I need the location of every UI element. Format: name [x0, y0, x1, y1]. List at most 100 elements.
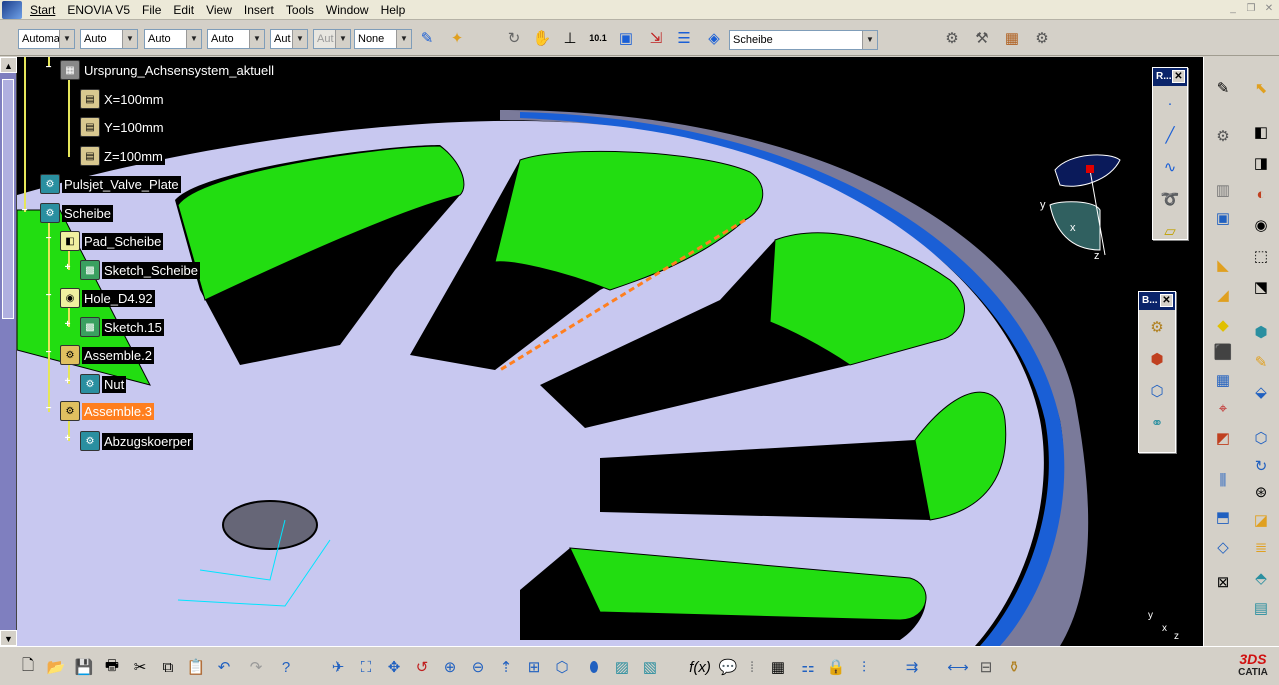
measure-between-icon[interactable]: ⟷ — [946, 655, 970, 679]
thread-icon[interactable]: ⬙ — [1248, 379, 1274, 405]
point-icon[interactable]: · — [1157, 88, 1183, 118]
pocket-icon[interactable]: ◨ — [1248, 150, 1274, 176]
scroll-down-button[interactable]: ▼ — [0, 630, 17, 646]
tree-node-parameter-z[interactable]: ▤ Z=100mm — [80, 146, 165, 166]
line-thickness-combo[interactable]: Auto ▼ — [144, 29, 202, 49]
frame-icon[interactable]: ▣ — [1210, 205, 1236, 231]
rib-icon[interactable]: ⬚ — [1248, 243, 1274, 269]
pattern-icon[interactable]: ⊛ — [1248, 479, 1274, 505]
tree-scrollbar[interactable]: ▲ ▼ — [0, 57, 17, 646]
mirror-icon[interactable]: ⫼ — [1210, 467, 1236, 493]
hole-icon[interactable]: ◉ — [1248, 212, 1274, 238]
catalog-browser-icon[interactable]: ⇉ — [900, 655, 924, 679]
expand-toggle[interactable]: + — [63, 434, 72, 444]
lock-icon[interactable]: 🔒 — [824, 655, 848, 679]
draft-icon[interactable]: ◆ — [1210, 312, 1236, 338]
fit-all-icon[interactable]: ⛶ — [354, 655, 378, 679]
collapse-toggle[interactable]: − — [44, 234, 53, 244]
menu-window[interactable]: Window — [320, 1, 375, 19]
print-icon[interactable]: 🖶 — [100, 655, 124, 679]
sketcher-icon[interactable]: ✎ — [1210, 75, 1236, 101]
multi-view-icon[interactable]: ⊞ — [522, 655, 546, 679]
line-color-combo[interactable]: Automa ▼ — [18, 29, 75, 49]
tree-node-assemble2[interactable]: ⚙ Assemble.2 — [60, 345, 154, 365]
chamfer-icon[interactable]: ◢ — [1210, 282, 1236, 308]
layer-icon[interactable]: ◈ — [702, 26, 726, 50]
list-icon[interactable]: ☰ — [672, 26, 696, 50]
inertia-icon[interactable]: ⚱ — [1002, 655, 1026, 679]
line-type-combo[interactable]: Auto ▼ — [80, 29, 138, 49]
minimize-button[interactable]: _ — [1225, 2, 1241, 16]
plane-icon[interactable]: ▱ — [1157, 216, 1183, 246]
3d-viewport[interactable]: y x z y x z — [0, 57, 1203, 646]
knowledge-icon[interactable]: ⚏ — [796, 655, 820, 679]
tree-node-scheibe[interactable]: ⚙ Scheibe — [40, 203, 113, 223]
fillet-icon[interactable]: ◣ — [1210, 252, 1236, 278]
collapse-toggle[interactable]: − — [20, 206, 29, 216]
point-symbol-combo[interactable]: Auto ▼ — [207, 29, 265, 49]
tree-node-nut[interactable]: ⚙ Nut — [80, 374, 127, 394]
paste-icon[interactable]: 📋 — [184, 655, 208, 679]
tree-node-sketch15[interactable]: ▩ Sketch.15 — [80, 317, 164, 337]
expand-toggle[interactable]: + — [63, 377, 72, 387]
formula-icon[interactable]: f(x) — [688, 655, 712, 679]
remove-body-icon[interactable]: ⬡ — [1144, 376, 1170, 406]
select-arrow-icon[interactable]: ⬉ — [1248, 75, 1274, 101]
menu-enovia[interactable]: ENOVIA V5 — [61, 1, 136, 19]
update-icon[interactable]: ↻ — [502, 26, 526, 50]
add-body-icon[interactable]: ⬢ — [1144, 344, 1170, 374]
normal-view-icon[interactable]: ⇡ — [494, 655, 518, 679]
surface-icon[interactable]: ◪ — [1248, 507, 1274, 533]
measure-icon[interactable]: 10.1 — [586, 26, 610, 50]
restore-button[interactable]: ❐ — [1243, 2, 1259, 16]
menu-tools[interactable]: Tools — [280, 1, 320, 19]
expand-toggle[interactable]: + — [63, 320, 72, 330]
assemble-icon[interactable]: ⚙ — [1144, 312, 1170, 342]
menu-help[interactable]: Help — [375, 1, 412, 19]
menu-start[interactable]: Start — [24, 1, 61, 19]
collapse-toggle[interactable]: − — [44, 63, 53, 73]
law-icon[interactable]: ⦙ — [740, 655, 764, 679]
design-table-icon[interactable]: ▦ — [766, 655, 790, 679]
tree-node-abzugskoerper[interactable]: ⚙ Abzugskoerper — [80, 431, 194, 451]
tree-node-pad[interactable]: ◧ Pad_Scheibe — [60, 231, 164, 251]
translate-icon[interactable]: ⬡ — [1248, 425, 1274, 451]
properties-wand-icon[interactable]: ✦ — [445, 26, 469, 50]
cut-icon[interactable]: ✂ — [128, 655, 152, 679]
part-geometry[interactable] — [0, 57, 1203, 646]
close-surface-icon[interactable]: ▤ — [1248, 595, 1274, 621]
menu-view[interactable]: View — [200, 1, 238, 19]
tree-node-parameter-y[interactable]: ▤ Y=100mm — [80, 117, 166, 137]
open-folder-icon[interactable]: 📂 — [44, 655, 68, 679]
rotate-icon[interactable]: ↻ — [1248, 453, 1274, 479]
fly-mode-icon[interactable]: ✈ — [326, 655, 350, 679]
menu-file[interactable]: File — [136, 1, 167, 19]
toolbar-title[interactable]: B... ✕ — [1139, 292, 1175, 310]
slot-icon[interactable]: ⬔ — [1248, 274, 1274, 300]
iso-view-icon[interactable]: ⬡ — [550, 655, 574, 679]
scroll-up-button[interactable]: ▲ — [0, 57, 17, 73]
thickness-icon[interactable]: ▦ — [1210, 367, 1236, 393]
painter-icon[interactable]: ✎ — [415, 26, 439, 50]
tools-palette-icon[interactable]: ▣ — [614, 26, 638, 50]
tree-node-hole[interactable]: ◉ Hole_D4.92 — [60, 288, 155, 308]
pad-icon[interactable]: ◧ — [1248, 119, 1274, 145]
target-icon[interactable]: ⌖ — [1210, 395, 1236, 421]
measure-item-icon[interactable]: ⊟ — [974, 655, 998, 679]
copy-icon[interactable]: ⧉ — [156, 655, 180, 679]
split-surface-icon[interactable]: ≣ — [1248, 534, 1274, 560]
shading-icon[interactable]: ⬮ — [582, 655, 606, 679]
compass-handle[interactable] — [1086, 165, 1094, 173]
tree-node-parameter-x[interactable]: ▤ X=100mm — [80, 89, 166, 109]
toolbar-title[interactable]: R... ✕ — [1153, 68, 1187, 86]
intersect-icon[interactable]: ⚭ — [1144, 408, 1170, 438]
constraints-icon[interactable]: ⚒ — [970, 26, 994, 50]
equivalent-icon[interactable]: ⫶ — [852, 655, 876, 679]
sew-surface-icon[interactable]: ⬘ — [1248, 565, 1274, 591]
helix-icon[interactable]: ➰ — [1157, 184, 1183, 214]
axis-system-icon[interactable]: ⊥ — [558, 26, 582, 50]
undo-icon[interactable]: ↶ — [212, 655, 236, 679]
collapse-toggle[interactable]: − — [44, 348, 53, 358]
rotate-view-icon[interactable]: ↺ — [410, 655, 434, 679]
tree-node-sketch-scheibe[interactable]: ▩ Sketch_Scheibe — [80, 260, 200, 280]
